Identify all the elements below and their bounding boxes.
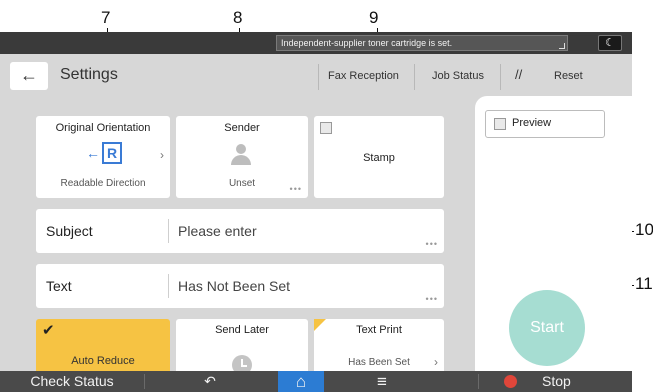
expand-corner-icon	[559, 43, 565, 49]
back-arrow-icon: ←	[20, 65, 38, 85]
original-orientation-tile[interactable]: Original Orientation ← R › Readable Dire…	[36, 116, 170, 198]
bottom-divider	[144, 374, 145, 389]
callout-11: 11	[635, 274, 653, 293]
header-divider	[500, 64, 501, 90]
text-value: Has Not Been Set	[178, 278, 291, 294]
home-icon[interactable]: ⌂	[278, 371, 324, 392]
text-print-value: Has Been Set	[348, 357, 410, 368]
subject-label: Subject	[46, 223, 93, 239]
sender-value: Unset	[228, 178, 256, 189]
menu-icon[interactable]: ≡	[362, 371, 402, 392]
preview-label: Preview	[512, 117, 552, 129]
more-dots-icon: •••	[289, 184, 302, 194]
sender-tile[interactable]: Sender Unset •••	[176, 116, 308, 198]
stop-icon	[504, 375, 517, 388]
status-message[interactable]: Independent-supplier toner cartridge is …	[276, 35, 568, 51]
reset-icon: //	[515, 67, 523, 82]
subject-row[interactable]: Subject Please enter •••	[36, 209, 444, 253]
row-divider	[168, 219, 169, 243]
chevron-right-icon: ›	[160, 148, 164, 162]
back-button[interactable]: ←	[10, 62, 48, 90]
status-message-text: Independent-supplier toner cartridge is …	[281, 38, 453, 48]
reset-button[interactable]: Reset	[554, 70, 583, 82]
preview-toggle[interactable]: Preview	[485, 110, 605, 138]
auto-reduce-label: Auto Reduce	[71, 355, 135, 367]
callout-9: 9	[369, 8, 379, 27]
more-dots-icon: •••	[425, 239, 438, 249]
status-bar: Independent-supplier toner cartridge is …	[0, 32, 632, 54]
auto-reduce-tile[interactable]: ✔ Auto Reduce	[36, 319, 170, 379]
right-panel: Preview Start	[475, 96, 632, 371]
callout-10: 10	[635, 220, 653, 239]
more-dots-icon: •••	[425, 294, 438, 304]
header-divider	[414, 64, 415, 90]
header: ← Settings Fax Reception Job Status // R…	[0, 54, 632, 96]
stamp-label: Stamp	[363, 152, 395, 164]
callout-7: 7	[101, 8, 111, 27]
device-screen: Independent-supplier toner cartridge is …	[0, 32, 632, 392]
original-orientation-value: Readable Direction	[60, 178, 146, 189]
preview-checkbox[interactable]	[494, 118, 506, 130]
stop-label: Stop	[542, 373, 571, 389]
bottom-bar: Check Status ↶ ⌂ ≡ Stop	[0, 371, 632, 392]
stamp-tile[interactable]: Stamp	[314, 116, 444, 198]
send-later-tile[interactable]: Send Later	[176, 319, 308, 379]
subject-value: Please enter	[178, 223, 257, 239]
sender-label: Sender	[224, 122, 260, 134]
text-print-label: Text Print	[356, 324, 402, 336]
text-print-tile[interactable]: Text Print Has Been Set ›	[314, 319, 444, 379]
fax-reception-button[interactable]: Fax Reception	[328, 70, 399, 82]
original-orientation-label: Original Orientation	[55, 122, 151, 134]
stamp-checkbox[interactable]	[320, 122, 332, 134]
header-divider	[318, 64, 319, 90]
send-later-label: Send Later	[215, 324, 269, 336]
check-status-button[interactable]: Check Status	[0, 371, 144, 392]
back-icon[interactable]: ↶	[190, 371, 230, 392]
chevron-right-icon: ›	[434, 355, 438, 369]
job-status-button[interactable]: Job Status	[432, 70, 484, 82]
start-button[interactable]: Start	[509, 290, 585, 366]
readable-direction-icon: ← R	[80, 142, 130, 166]
page-title: Settings	[60, 66, 118, 83]
energy-saver-moon-icon[interactable]: ☾	[598, 35, 622, 51]
person-icon	[230, 144, 252, 168]
text-label: Text	[46, 278, 72, 294]
stop-button[interactable]: Stop	[492, 371, 622, 392]
callout-8: 8	[233, 8, 243, 27]
checkmark-icon: ✔	[42, 322, 55, 339]
text-row[interactable]: Text Has Not Been Set •••	[36, 264, 444, 308]
bottom-divider	[478, 374, 479, 389]
row-divider	[168, 274, 169, 298]
